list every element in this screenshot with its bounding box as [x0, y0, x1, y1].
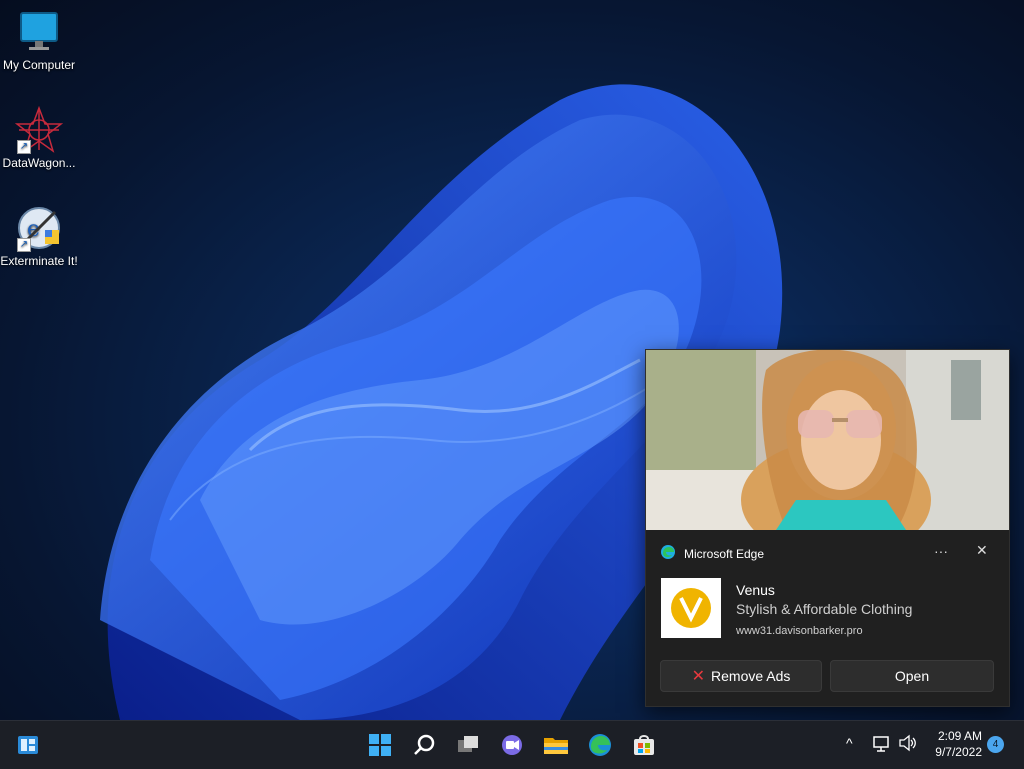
desktop-icon-datawagon[interactable]: ↗ DataWagon...: [0, 105, 78, 170]
edge-notification-toast[interactable]: Microsoft Edge ··· ✕ Venus Stylish & Aff…: [645, 349, 1010, 707]
widgets-icon[interactable]: [12, 729, 44, 761]
edge-icon[interactable]: [584, 729, 616, 761]
open-button[interactable]: Open: [830, 660, 994, 692]
remove-ads-button[interactable]: ✕ Remove Ads: [660, 660, 822, 692]
desktop-icon-my-computer[interactable]: My Computer: [0, 8, 78, 72]
notification-app-name: Microsoft Edge: [684, 546, 765, 561]
start-icon[interactable]: [364, 729, 396, 761]
shortcut-arrow-icon: ↗: [17, 238, 31, 252]
close-button[interactable]: ✕: [976, 542, 988, 559]
exterminate-icon: e ↗: [15, 204, 63, 252]
ad-logo: [661, 578, 721, 638]
volume-icon[interactable]: [898, 733, 918, 756]
monitor-icon: [15, 8, 63, 56]
clock-date: 9/7/2022: [935, 745, 982, 759]
desktop-icon-exterminate-it[interactable]: e ↗ Exterminate It!: [0, 204, 78, 268]
store-icon[interactable]: [628, 729, 660, 761]
search-icon[interactable]: [408, 729, 440, 761]
red-x-icon: ✕: [691, 668, 706, 685]
datawagon-icon: ↗: [14, 105, 64, 154]
more-options-button[interactable]: ···: [934, 543, 948, 559]
ad-subtitle: Stylish & Affordable Clothing: [736, 601, 913, 617]
edge-icon: [660, 544, 676, 563]
ad-hero-image[interactable]: [646, 350, 1009, 530]
clock[interactable]: 2:09 AM 9/7/2022: [935, 728, 982, 760]
taskbar: ^ 2:09 AM 9/7/2022 4: [0, 720, 1024, 769]
file-explorer-icon[interactable]: [540, 729, 572, 761]
remove-ads-label: Remove Ads: [711, 668, 791, 684]
notification-count-badge[interactable]: 4: [987, 736, 1004, 753]
chevron-up-icon[interactable]: ^: [846, 735, 853, 751]
clock-time: 2:09 AM: [937, 729, 982, 743]
desktop-icon-label: DataWagon...: [2, 156, 76, 170]
desktop-icon-label: My Computer: [2, 58, 76, 72]
network-icon[interactable]: [872, 733, 892, 756]
task-view-icon[interactable]: [452, 729, 484, 761]
shortcut-arrow-icon: ↗: [17, 140, 31, 154]
ad-url: www31.davisonbarker.pro: [736, 625, 863, 637]
ad-title: Venus: [736, 582, 775, 598]
teams-chat-icon[interactable]: [496, 729, 528, 761]
open-label: Open: [894, 668, 930, 684]
desktop-icon-label: Exterminate It!: [0, 254, 78, 268]
